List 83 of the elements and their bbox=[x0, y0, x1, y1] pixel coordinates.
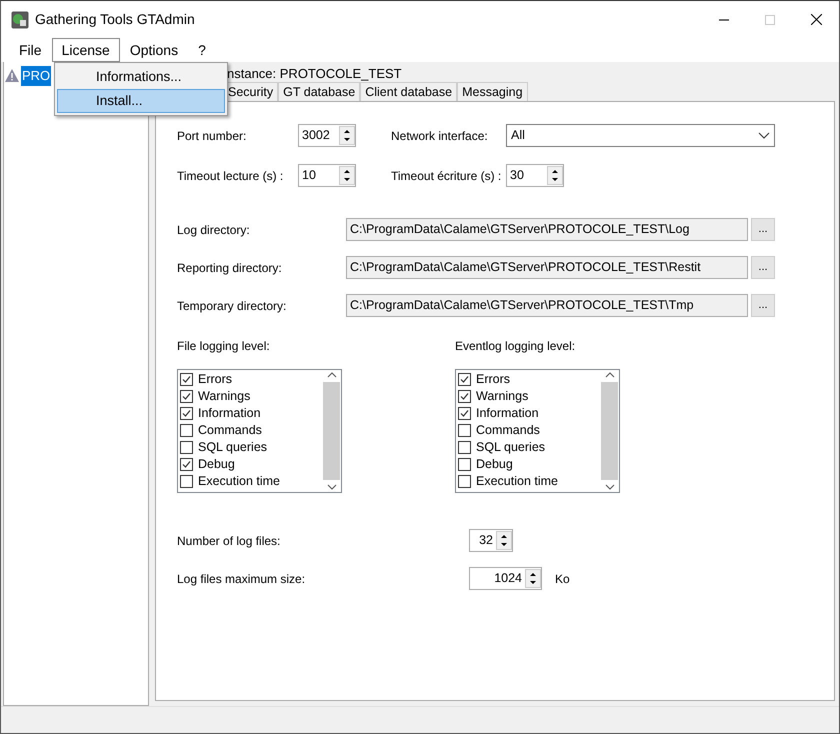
menu-entry[interactable]: Informations... bbox=[57, 65, 225, 89]
field-label: Temporary directory: bbox=[177, 298, 288, 314]
checkbox-list[interactable]: Errors Warnings Information Commands SQL queries Debug Execution time bbox=[177, 369, 342, 493]
browse-button[interactable]: ... bbox=[751, 218, 775, 241]
spin-field[interactable]: 30 bbox=[506, 164, 564, 187]
checkbox[interactable] bbox=[458, 373, 471, 386]
dropdown-field[interactable]: All bbox=[506, 124, 775, 147]
checkbox-label: Warnings bbox=[476, 388, 528, 406]
checkbox-label: Errors bbox=[476, 371, 510, 388]
browse-button[interactable]: ... bbox=[751, 256, 775, 279]
field-label: Reporting directory: bbox=[177, 260, 283, 276]
app-icon bbox=[11, 10, 29, 28]
checkbox[interactable] bbox=[180, 407, 193, 420]
menu-item[interactable]: File bbox=[9, 38, 52, 62]
path-field[interactable]: C:\ProgramData\Calame\GTServer\PROTOCOLE_TEST\Tmp bbox=[346, 294, 748, 317]
chevron-down-icon[interactable] bbox=[604, 484, 614, 490]
checkbox[interactable] bbox=[458, 424, 471, 437]
field-label: Timeout écriture (s) : bbox=[391, 168, 502, 184]
chevron-up-icon[interactable] bbox=[604, 372, 614, 378]
list-label: Eventlog logging level: bbox=[455, 338, 576, 355]
checkbox[interactable] bbox=[458, 475, 471, 488]
field-label: Port number: bbox=[177, 128, 248, 144]
chevron-up-icon[interactable] bbox=[326, 372, 336, 378]
checkbox[interactable] bbox=[180, 458, 193, 471]
checkbox-label: Commands bbox=[476, 422, 540, 440]
close-icon bbox=[810, 14, 822, 25]
spin-field[interactable]: 10 bbox=[298, 164, 356, 187]
spin-arrows-icon[interactable] bbox=[339, 126, 355, 145]
tab[interactable]: Messaging bbox=[457, 82, 528, 101]
tab[interactable]: GT database bbox=[278, 82, 360, 101]
checkbox-label: Errors bbox=[198, 371, 232, 388]
chevron-down-icon bbox=[758, 132, 770, 140]
field-label: Log files maximum size: bbox=[177, 570, 306, 588]
checkbox[interactable] bbox=[458, 441, 471, 454]
unit-label: Ko bbox=[555, 570, 570, 588]
checkbox-label: Warnings bbox=[198, 388, 250, 406]
path-field[interactable]: C:\ProgramData\Calame\GTServer\PROTOCOLE_TEST\Log bbox=[346, 218, 748, 241]
window-title: Gathering Tools GTAdmin bbox=[35, 10, 195, 29]
spin-field[interactable]: 3002 bbox=[298, 124, 356, 147]
checkbox[interactable] bbox=[180, 424, 193, 437]
maximize-icon bbox=[765, 14, 775, 24]
checkbox[interactable] bbox=[458, 458, 471, 471]
group-title: nstance: PROTOCOLE_TEST bbox=[226, 65, 403, 82]
chevron-down-icon[interactable] bbox=[326, 484, 336, 490]
spin-arrows-icon[interactable] bbox=[339, 166, 355, 185]
scroll-thumb[interactable] bbox=[601, 382, 618, 480]
menu-item[interactable]: Options bbox=[120, 38, 188, 62]
field-label: Timeout lecture (s) : bbox=[177, 168, 284, 184]
checkbox-label: Debug bbox=[198, 456, 235, 474]
spin-field[interactable]: 32 bbox=[469, 529, 513, 552]
checkbox[interactable] bbox=[180, 441, 193, 454]
field-label: Number of log files: bbox=[177, 532, 282, 550]
spin-arrows-icon[interactable] bbox=[547, 166, 563, 185]
list-label: File logging level: bbox=[177, 338, 271, 355]
checkbox[interactable] bbox=[458, 407, 471, 420]
scrollbar[interactable] bbox=[600, 370, 619, 492]
checkbox-label: Execution time bbox=[198, 473, 280, 490]
spin-arrows-icon[interactable] bbox=[496, 531, 512, 550]
checkbox-label: Commands bbox=[198, 422, 262, 440]
checkbox-label: Debug bbox=[476, 456, 513, 474]
checkbox[interactable] bbox=[180, 475, 193, 488]
checkbox-label: Execution time bbox=[476, 473, 558, 490]
checkbox[interactable] bbox=[180, 390, 193, 403]
field-label: Network interface: bbox=[391, 128, 489, 144]
scrollbar[interactable] bbox=[322, 370, 341, 492]
checkbox-list[interactable]: Errors Warnings Information Commands SQL queries Debug Execution time bbox=[455, 369, 620, 493]
checkbox-label: Information bbox=[476, 405, 539, 422]
browse-button[interactable]: ... bbox=[751, 294, 775, 317]
tab[interactable]: Client database bbox=[360, 82, 458, 101]
menu-entry[interactable]: Install... bbox=[57, 89, 225, 113]
spin-arrows-icon[interactable] bbox=[525, 569, 541, 588]
tree-item[interactable]: PRO bbox=[21, 66, 52, 86]
path-field[interactable]: C:\ProgramData\Calame\GTServer\PROTOCOLE_TEST\Restit bbox=[346, 256, 748, 279]
menu-item[interactable]: ? bbox=[188, 38, 216, 62]
scroll-thumb[interactable] bbox=[323, 382, 340, 480]
spin-field[interactable]: 1024 bbox=[469, 567, 542, 590]
checkbox[interactable] bbox=[180, 373, 193, 386]
checkbox-label: SQL queries bbox=[476, 439, 546, 456]
menu-item[interactable]: License bbox=[52, 38, 120, 62]
checkbox[interactable] bbox=[458, 390, 471, 403]
checkbox-label: SQL queries bbox=[198, 439, 268, 456]
checkbox-label: Information bbox=[198, 405, 261, 422]
field-label: Log directory: bbox=[177, 222, 251, 238]
